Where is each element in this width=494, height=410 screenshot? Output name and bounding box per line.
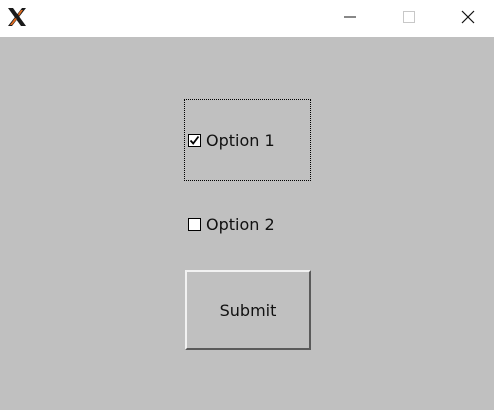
app-window: Option 1 Option 2 Submit xyxy=(0,0,494,410)
checkbox-unchecked-icon xyxy=(188,217,201,231)
option1-label: Option 1 xyxy=(206,130,275,150)
option2-label: Option 2 xyxy=(206,214,275,234)
close-icon xyxy=(461,9,475,28)
maximize-button[interactable] xyxy=(387,0,431,37)
minimize-button[interactable] xyxy=(328,0,372,37)
checkbox-checked-icon xyxy=(188,133,201,147)
option2-checkbox[interactable]: Option 2 xyxy=(188,214,275,234)
client-area: Option 1 Option 2 Submit xyxy=(0,37,494,410)
minimize-icon xyxy=(343,9,357,28)
close-button[interactable] xyxy=(446,0,490,37)
submit-button[interactable]: Submit xyxy=(185,270,311,350)
submit-button-label: Submit xyxy=(219,300,277,320)
option1-checkbox[interactable]: Option 1 xyxy=(184,99,311,181)
title-bar[interactable] xyxy=(0,0,494,37)
maximize-icon xyxy=(402,9,416,28)
x11-logo-icon xyxy=(6,6,28,28)
